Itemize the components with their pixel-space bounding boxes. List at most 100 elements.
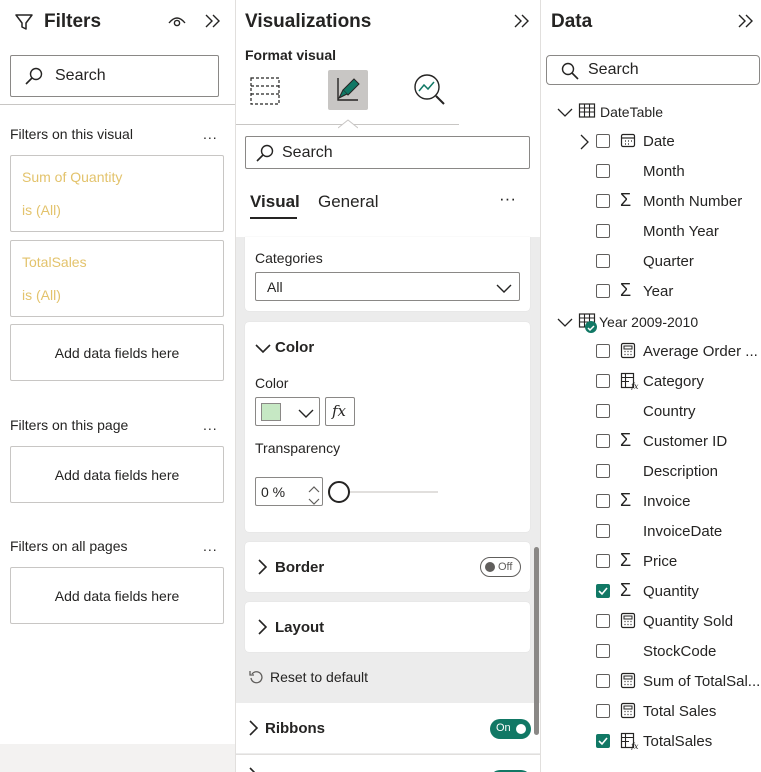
field-row[interactable]: Month Year [541,216,761,246]
field-checkbox[interactable] [596,224,610,238]
ribbons-row[interactable]: Ribbons On [236,703,540,753]
field-row[interactable]: Total Sales [541,696,761,726]
svg-text:fx: fx [630,382,639,390]
filters-search-input[interactable]: Search [10,55,219,97]
spin-down-icon[interactable] [308,493,320,509]
field-checkbox[interactable] [596,554,610,568]
field-row[interactable]: Σ Month Number [541,186,761,216]
field-checkbox[interactable] [596,674,610,688]
field-row[interactable]: Σ Invoice [541,486,761,516]
field-checkbox[interactable] [596,494,610,508]
field-checkbox[interactable] [596,254,610,268]
field-row[interactable]: Description [541,456,761,486]
divider [0,104,235,105]
field-label: Year [643,283,674,300]
add-data-fields-all-pages[interactable]: Add data fields here [10,567,224,624]
field-row[interactable]: Sum of TotalSal... [541,666,761,696]
field-checkbox[interactable] [596,614,610,628]
field-row[interactable]: Σ Price [541,546,761,576]
filters-on-all-pages-header: Filters on all pages [10,538,128,554]
add-data-fields-page[interactable]: Add data fields here [10,446,224,503]
tab-visual[interactable]: Visual [250,192,300,212]
conditional-format-button[interactable]: fx [325,397,355,426]
table-node[interactable]: Year 2009-2010 [541,306,761,336]
color-swatch [261,403,281,421]
field-label: Quarter [643,253,694,270]
field-label: Invoice [643,493,691,510]
filter-card-sum-quantity[interactable]: Sum of Quantity is (All) [10,155,224,232]
sigma-icon: Σ [620,280,632,300]
table-node[interactable]: DateTable [541,96,761,126]
visualizations-search-input[interactable]: Search [245,136,530,169]
search-icon [24,66,44,89]
transparency-slider-track[interactable] [337,491,438,493]
field-row[interactable]: Month [541,156,761,186]
table-icon [578,102,598,125]
field-row[interactable]: InvoiceDate [541,516,761,546]
layout-card[interactable]: Layout [245,602,530,652]
field-row[interactable]: Average Order ... [541,336,761,366]
field-row[interactable]: Quarter [541,246,761,276]
field-row[interactable]: Date [541,126,761,156]
chevron-right-icon[interactable] [579,134,589,155]
analytics-icon[interactable] [412,72,448,111]
table-name: Year 2009-2010 [599,314,699,330]
field-checkbox[interactable] [596,404,610,418]
field-label: Date [643,133,675,150]
field-row[interactable]: Country [541,396,761,426]
more-options-icon[interactable]: ... [203,538,218,554]
reset-to-default-button[interactable]: Reset to default [270,669,368,685]
field-checkbox[interactable] [596,434,610,448]
field-row[interactable]: fx TotalSales [541,726,761,756]
field-row[interactable]: Σ Customer ID [541,426,761,456]
field-label: Month Number [643,193,743,210]
data-search-input[interactable]: Search [546,55,760,85]
border-toggle[interactable]: Off [480,557,521,577]
filter-card-totalsales[interactable]: TotalSales is (All) [10,240,224,317]
border-card[interactable]: Border Off [245,542,530,592]
field-label: Customer ID [643,433,728,450]
field-checkbox[interactable] [596,644,610,658]
field-checkbox[interactable] [596,194,610,208]
field-checkbox[interactable] [596,734,610,748]
field-checkbox[interactable] [596,704,610,718]
field-row[interactable]: Quantity Sold [541,606,761,636]
field-checkbox[interactable] [596,524,610,538]
more-options-icon[interactable]: ··· [499,189,516,209]
more-options-icon[interactable]: ... [203,126,218,142]
reset-icon[interactable] [248,669,264,688]
more-options-icon[interactable]: ... [203,417,218,433]
chevron-right-icon [257,619,268,638]
categories-dropdown[interactable]: All [255,272,520,301]
collapse-visualizations-icon[interactable] [513,13,531,32]
collapse-data-icon[interactable] [737,13,755,32]
field-checkbox[interactable] [596,344,610,358]
field-checkbox[interactable] [596,134,610,148]
field-checkbox[interactable] [596,164,610,178]
transparency-spinbox[interactable]: 0 % [255,477,323,506]
field-row[interactable]: Σ Quantity [541,576,761,606]
tab-general[interactable]: General [318,192,378,212]
sigma-icon: Σ [620,550,632,570]
field-row[interactable]: Σ Year [541,276,761,306]
scrollbar-thumb[interactable] [534,547,539,735]
color-picker[interactable] [255,397,320,426]
eye-icon[interactable] [167,13,187,32]
collapse-filters-icon[interactable] [204,13,222,32]
add-data-fields-visual[interactable]: Add data fields here [10,324,224,381]
field-row[interactable]: fx Category [541,366,761,396]
chevron-down-icon[interactable] [557,315,573,333]
chevron-down-icon[interactable] [255,342,271,358]
format-visual-tab[interactable] [328,70,368,110]
field-checkbox[interactable] [596,374,610,388]
ribbons-toggle[interactable]: On [490,719,531,739]
build-visual-icon[interactable] [249,74,281,109]
field-checkbox[interactable] [596,584,610,598]
chevron-down-icon[interactable] [557,105,573,123]
field-checkbox[interactable] [596,284,610,298]
color-section-title[interactable]: Color [275,339,314,356]
chevron-down-icon [298,406,314,422]
field-row[interactable]: StockCode [541,636,761,666]
transparency-slider-thumb[interactable] [328,481,350,503]
field-checkbox[interactable] [596,464,610,478]
